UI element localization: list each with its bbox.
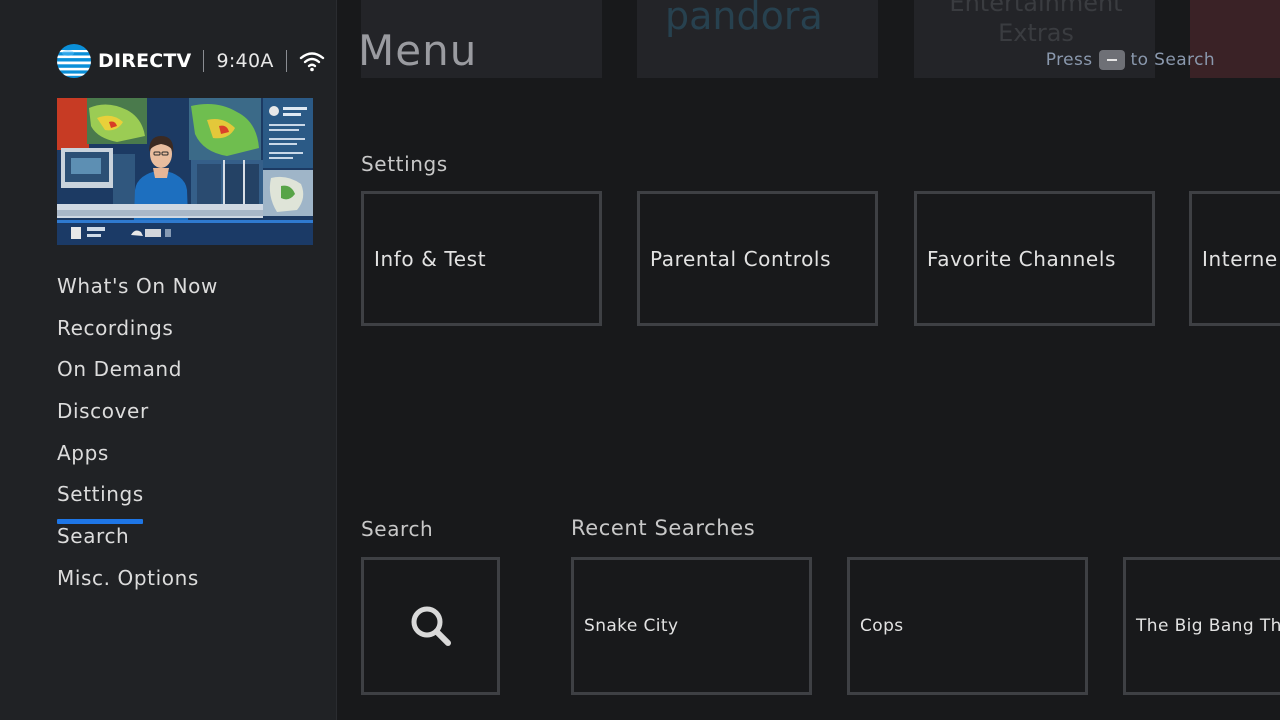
minus-key-icon — [1098, 50, 1125, 70]
nav-item-whats-on-now[interactable]: What's On Now — [57, 268, 218, 310]
brand-name: DIRECTV — [98, 50, 192, 72]
search-hint-prefix: Press — [1045, 50, 1093, 70]
brand-divider — [285, 50, 287, 72]
search-hint: Press to Search — [1046, 50, 1215, 70]
weather-broadcast-image — [57, 98, 313, 245]
pandora-logo-text: pandora — [665, 0, 823, 38]
main-nav: What's On Now Recordings On Demand Disco… — [57, 268, 218, 602]
recent-search-tile-snake-city[interactable]: Snake City — [571, 557, 812, 695]
recent-searches-title: Recent Searches — [571, 516, 756, 540]
nav-item-recordings[interactable]: Recordings — [57, 310, 218, 352]
nav-item-search[interactable]: Search — [57, 518, 218, 560]
search-icon — [411, 606, 451, 646]
directv-menu-screen: DIRECTV 9:40A What's On Now Recordings O… — [0, 0, 1280, 720]
tile-label: The Big Bang Th — [1136, 616, 1280, 636]
search-tile[interactable] — [361, 557, 500, 695]
settings-tile-parental-controls[interactable]: Parental Controls — [637, 191, 878, 326]
settings-tile-info-test[interactable]: Info & Test — [361, 191, 602, 326]
recent-search-tile-big-bang-theory[interactable]: The Big Bang Th — [1123, 557, 1280, 695]
sidebar: DIRECTV 9:40A What's On Now Recordings O… — [0, 0, 337, 720]
tile-label: Interne — [1202, 246, 1278, 271]
tile-label: Parental Controls — [650, 246, 832, 271]
att-globe-logo-icon — [57, 44, 91, 78]
brand-header: DIRECTV 9:40A — [56, 42, 325, 80]
menu-content: pandora Entertainment Extras Menu Press … — [337, 0, 1280, 720]
tile-label: Favorite Channels — [927, 246, 1117, 271]
settings-section-title: Settings — [361, 152, 448, 176]
nav-item-discover[interactable]: Discover — [57, 393, 218, 435]
tile-label: Info & Test — [374, 246, 487, 271]
recent-search-tile-cops[interactable]: Cops — [847, 557, 1088, 695]
settings-tile-internet[interactable]: Interne — [1189, 191, 1280, 326]
nav-item-apps[interactable]: Apps — [57, 435, 218, 477]
wifi-icon — [299, 52, 324, 72]
page-title: Menu — [358, 26, 478, 75]
brand-divider — [203, 50, 205, 72]
live-tv-preview[interactable] — [57, 98, 313, 245]
nav-item-misc-options[interactable]: Misc. Options — [57, 560, 218, 602]
ghost-app-tile-pandora[interactable]: pandora — [637, 0, 878, 78]
tile-label: Snake City — [584, 616, 679, 636]
search-section-title: Search — [361, 517, 434, 541]
search-hint-suffix: to Search — [1130, 50, 1215, 70]
tile-label: Cops — [860, 616, 904, 636]
nav-item-on-demand[interactable]: On Demand — [57, 351, 218, 393]
nav-item-settings[interactable]: Settings — [57, 476, 218, 525]
clock-time: 9:40A — [216, 50, 274, 72]
settings-tile-favorite-channels[interactable]: Favorite Channels — [914, 191, 1155, 326]
entertainment-extras-text: Entertainment Extras — [949, 0, 1123, 47]
